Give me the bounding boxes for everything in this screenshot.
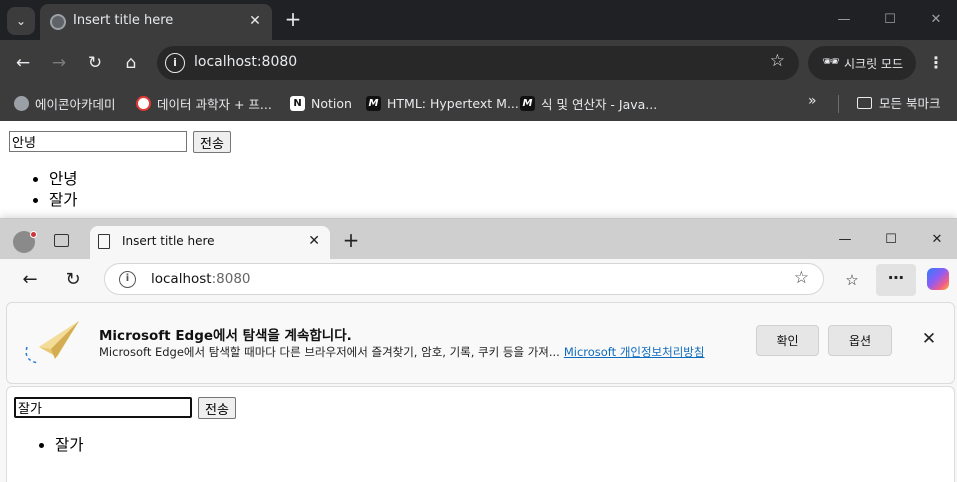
edge-page: 전송 잘가 xyxy=(7,387,954,482)
bookmark-label: HTML: Hypertext M... xyxy=(387,95,519,111)
site-info-icon[interactable]: i xyxy=(119,271,136,288)
list-item: 안녕 xyxy=(49,169,78,190)
copilot-icon[interactable] xyxy=(927,268,949,290)
folder-label: 모든 북마크 xyxy=(879,96,941,111)
site-info-icon[interactable]: i xyxy=(165,53,185,73)
confirm-button[interactable]: 확인 xyxy=(756,325,819,356)
close-icon[interactable]: ✕ xyxy=(246,12,264,30)
chrome-url-text[interactable]: localhost:8080 xyxy=(194,54,297,70)
globe-icon xyxy=(14,95,29,111)
edge-message-input[interactable] xyxy=(14,397,192,418)
notion-icon: N xyxy=(290,95,305,111)
back-arrow-icon[interactable]: ← xyxy=(18,268,42,292)
edge-tab[interactable]: Insert title here ✕ xyxy=(90,226,330,259)
url-host: localhost xyxy=(151,271,212,287)
chrome-page-content: 전송 안녕 잘가 xyxy=(0,121,957,218)
chrome-message-list: 안녕 잘가 xyxy=(49,169,78,211)
bookmarks-divider xyxy=(838,95,839,113)
chrome-tab-strip: ⌄ Insert title here ✕ + — ☐ ✕ xyxy=(0,0,957,40)
kebab-menu-icon[interactable]: ⋮ xyxy=(926,51,946,75)
maximize-icon[interactable]: ☐ xyxy=(879,228,903,252)
red-circle-icon xyxy=(136,95,151,111)
all-bookmarks-folder[interactable]: 모든 북마크 xyxy=(857,93,940,112)
minimize-icon[interactable]: — xyxy=(833,228,857,252)
folder-icon xyxy=(857,96,872,109)
edge-toolbar: ← ↻ i localhost:8080 ☆ ☆ ⋯ xyxy=(0,259,957,301)
more-options-icon[interactable]: ⋯ xyxy=(876,264,916,296)
bookmark-label: 식 및 연산자 - Java... xyxy=(541,96,658,112)
edge-window: Insert title here ✕ + — ☐ ✕ ← ↻ i localh… xyxy=(0,218,957,482)
incognito-chip[interactable]: 🕶 시크릿 모드 xyxy=(808,46,916,80)
edge-message-list: 잘가 xyxy=(55,435,84,456)
close-icon[interactable]: ✕ xyxy=(308,233,320,249)
mdn-icon: M xyxy=(366,95,381,111)
bookmark-label: 데이터 과학자 + 프... xyxy=(157,96,272,112)
reload-icon[interactable]: ↻ xyxy=(83,51,107,75)
bookmark-item[interactable]: N Notion xyxy=(290,93,352,113)
incognito-icon: 🕶 xyxy=(822,54,840,70)
edge-import-infobar: Microsoft Edge에서 탐색을 계속합니다. Microsoft Ed… xyxy=(6,302,955,384)
bookmarks-overflow-icon[interactable]: » xyxy=(808,93,817,109)
edge-url-text[interactable]: localhost:8080 xyxy=(151,271,251,287)
favorite-star-icon[interactable]: ☆ xyxy=(794,268,809,288)
chrome-address-bar[interactable]: i localhost:8080 ☆ xyxy=(157,46,799,80)
tab-actions-icon[interactable] xyxy=(54,234,69,247)
edge-tab-title: Insert title here xyxy=(122,234,215,248)
bookmark-star-icon[interactable]: ☆ xyxy=(770,51,785,71)
infobar-close-icon[interactable]: ✕ xyxy=(919,329,939,349)
window-close-icon[interactable]: ✕ xyxy=(924,8,948,32)
chrome-toolbar: ← → ↻ ⌂ i localhost:8080 ☆ 🕶 시크릿 모드 ⋮ xyxy=(0,40,957,86)
bookmark-item[interactable]: M HTML: Hypertext M... xyxy=(366,93,519,113)
infobar-description: Microsoft Edge에서 탐색할 때마다 다른 브라우저에서 즐겨찾기,… xyxy=(99,344,704,360)
bookmark-label: Notion xyxy=(311,95,352,111)
list-item: 잘가 xyxy=(55,435,84,456)
favorites-icon[interactable]: ☆ xyxy=(840,268,864,292)
page-icon xyxy=(98,234,110,249)
edge-address-bar[interactable]: i localhost:8080 ☆ xyxy=(104,263,824,295)
options-button[interactable]: 옵션 xyxy=(828,325,892,356)
new-tab-plus-icon[interactable]: + xyxy=(340,229,362,251)
chrome-tab[interactable]: Insert title here ✕ xyxy=(40,4,272,40)
forward-arrow-icon[interactable]: → xyxy=(47,51,71,75)
infobar-title: Microsoft Edge에서 탐색을 계속합니다. xyxy=(99,328,352,344)
tab-search-icon[interactable]: ⌄ xyxy=(7,7,35,35)
bookmark-item[interactable]: M 식 및 연산자 - Java... xyxy=(520,93,657,113)
mdn-icon: M xyxy=(520,95,535,111)
chrome-tab-title: Insert title here xyxy=(73,13,174,28)
chrome-submit-button[interactable]: 전송 xyxy=(193,131,231,153)
edge-tab-strip: Insert title here ✕ + — ☐ ✕ xyxy=(0,219,957,259)
home-icon[interactable]: ⌂ xyxy=(119,51,143,75)
chrome-bookmarks-bar: 에이콘아카데미 데이터 과학자 + 프... N Notion M HTML: … xyxy=(0,86,957,121)
list-item: 잘가 xyxy=(49,190,78,211)
privacy-link[interactable]: Microsoft 개인정보처리방침 xyxy=(564,345,705,359)
back-arrow-icon[interactable]: ← xyxy=(11,51,35,75)
new-tab-plus-icon[interactable]: + xyxy=(282,8,304,30)
notification-dot-icon xyxy=(30,231,37,238)
url-port: :8080 xyxy=(211,271,251,287)
edge-submit-button[interactable]: 전송 xyxy=(198,397,236,419)
minimize-icon[interactable]: — xyxy=(832,8,856,32)
globe-icon xyxy=(50,14,66,30)
bookmark-label: 에이콘아카데미 xyxy=(35,96,116,112)
infobar-description-text: Microsoft Edge에서 탐색할 때마다 다른 브라우저에서 즐겨찾기,… xyxy=(99,345,560,359)
edge-page-content: 전송 잘가 xyxy=(6,386,955,482)
bookmark-item[interactable]: 데이터 과학자 + 프... xyxy=(136,93,272,113)
window-close-icon[interactable]: ✕ xyxy=(925,228,949,252)
maximize-icon[interactable]: ☐ xyxy=(878,8,902,32)
chrome-message-input[interactable] xyxy=(9,131,187,152)
paper-plane-icon xyxy=(25,321,79,364)
bookmark-item[interactable]: 에이콘아카데미 xyxy=(14,93,116,113)
incognito-label: 시크릿 모드 xyxy=(844,57,904,71)
reload-icon[interactable]: ↻ xyxy=(61,268,85,292)
